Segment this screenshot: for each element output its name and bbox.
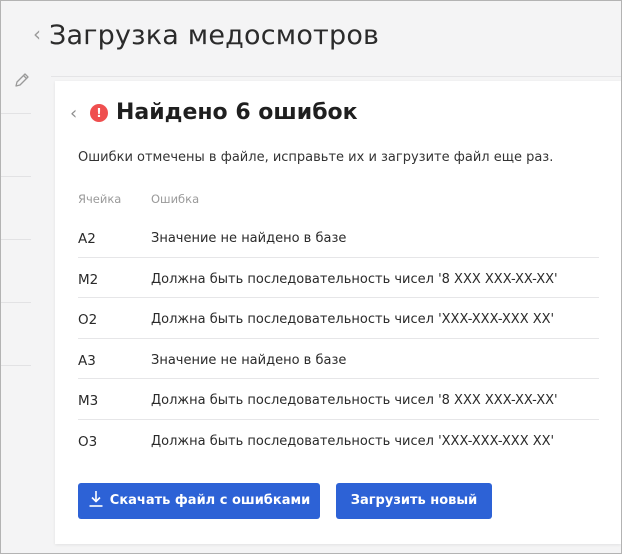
page-title: Загрузка медосмотров: [49, 20, 380, 51]
errors-table: A2 Значение не найдено в базе M2 Должна …: [78, 217, 599, 460]
divider: [51, 76, 621, 77]
download-button-label: Скачать файл с ошибками: [109, 493, 311, 508]
cell-ref: M2: [78, 271, 99, 288]
table-row: O3 Должна быть последовательность чисел …: [78, 420, 599, 461]
upload-button-label: Загрузить новый: [350, 493, 478, 508]
cell-ref: A2: [78, 231, 96, 247]
error-message: Должна быть последовательность чисел 'XX…: [151, 312, 555, 327]
page-header: ‹ Загрузка медосмотров: [1, 1, 621, 61]
divider: [1, 113, 31, 114]
dialog-title: Найдено 6 ошибок: [116, 100, 358, 125]
background-left-panel: [1, 61, 31, 553]
table-row: A3 Значение не найдено в базе: [78, 339, 599, 379]
table-row: O2 Должна быть последовательность чисел …: [78, 298, 599, 339]
error-message: Должна быть последовательность чисел '8 …: [151, 393, 558, 408]
cell-ref: M3: [78, 393, 99, 409]
errors-dialog: ‹ ! Найдено 6 ошибок Ошибки отмечены в ф…: [55, 81, 621, 544]
download-errors-button[interactable]: Скачать файл с ошибками: [78, 483, 320, 519]
table-row: A2 Значение не найдено в базе: [78, 217, 599, 258]
divider: [1, 302, 31, 303]
dialog-description: Ошибки отмечены в файле, исправьте их и …: [78, 150, 554, 165]
app-window: ‹ Загрузка медосмотров ‹ ! Найдено 6 оши…: [1, 1, 621, 553]
cell-ref: O2: [78, 312, 98, 328]
cell-ref: O3: [78, 433, 98, 450]
divider: [1, 365, 31, 366]
error-message: Значение не найдено в базе: [151, 352, 347, 368]
pencil-icon[interactable]: [13, 71, 31, 89]
error-message: Должна быть последовательность чисел 'XX…: [151, 433, 555, 449]
error-message: Значение не найдено в базе: [151, 231, 347, 246]
column-header-cell: Ячейка: [78, 192, 122, 206]
error-message: Должна быть последовательность чисел '8 …: [151, 271, 558, 287]
upload-new-button[interactable]: Загрузить новый: [336, 483, 492, 519]
back-chevron-icon[interactable]: ‹: [70, 105, 82, 123]
error-alert-icon: !: [90, 104, 108, 122]
download-icon: [89, 490, 103, 507]
table-row: M3 Должна быть последовательность чисел …: [78, 379, 599, 420]
divider: [1, 176, 31, 177]
back-chevron-icon[interactable]: ‹: [33, 23, 49, 45]
column-header-error: Ошибка: [151, 192, 200, 206]
divider: [1, 239, 31, 240]
cell-ref: A3: [78, 352, 96, 369]
table-row: M2 Должна быть последовательность чисел …: [78, 258, 599, 298]
